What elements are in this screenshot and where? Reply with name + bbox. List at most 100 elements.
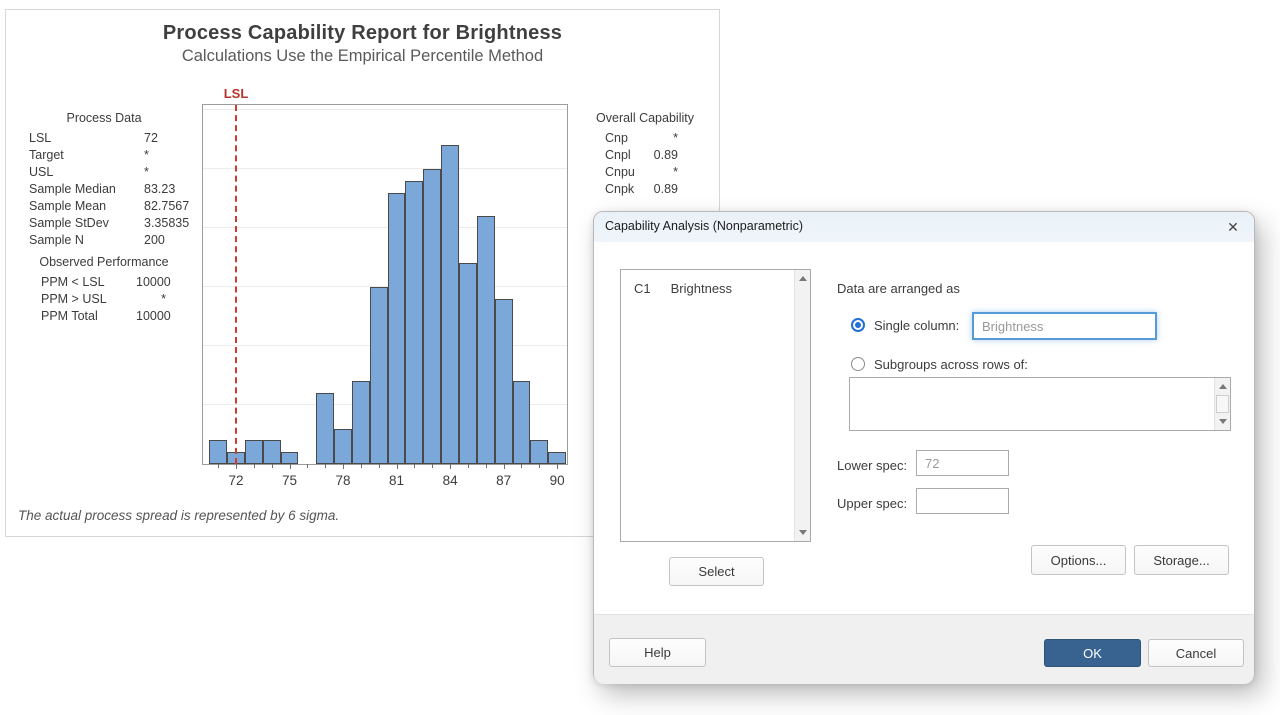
histogram-bar: [263, 440, 281, 464]
chart-footnote: The actual process spread is represented…: [18, 508, 339, 523]
subgroups-label[interactable]: Subgroups across rows of:: [874, 357, 1028, 372]
x-axis-label: 72: [228, 473, 243, 488]
column-id: C1: [634, 281, 651, 296]
select-button[interactable]: Select: [669, 557, 764, 586]
list-item[interactable]: C1 Brightness: [634, 281, 732, 296]
x-tick: [450, 464, 451, 469]
x-tick: [254, 464, 255, 468]
overall-capability-panel: Overall Capability Cnp*Cnpl0.89Cnpu*Cnpk…: [593, 110, 703, 198]
x-axis-label: 87: [496, 473, 511, 488]
upper-spec-input[interactable]: [916, 488, 1009, 514]
scroll-up-icon[interactable]: [1215, 378, 1231, 395]
x-tick: [361, 464, 362, 468]
histogram-bar: [513, 381, 531, 464]
histogram-bar: [370, 287, 388, 464]
x-tick: [397, 464, 398, 469]
x-axis-label: 84: [443, 473, 458, 488]
overall-capability-rows: Cnp*Cnpl0.89Cnpu*Cnpk0.89: [593, 130, 703, 198]
scroll-down-icon[interactable]: [795, 524, 811, 541]
lower-spec-label: Lower spec:: [837, 458, 907, 473]
histogram-bar: [423, 169, 441, 464]
x-tick: [521, 464, 522, 468]
subgroups-radio[interactable]: [851, 357, 865, 371]
column-name: Brightness: [671, 281, 732, 296]
x-tick: [325, 464, 326, 468]
process-data-rows: LSL72Target*USL*Sample Median83.23Sample…: [24, 130, 194, 249]
scroll-down-icon[interactable]: [1215, 413, 1231, 430]
single-column-radio[interactable]: [851, 318, 865, 332]
app-canvas: Process Capability Report for Brightness…: [0, 0, 1280, 715]
scrollbar-thumb[interactable]: [1216, 395, 1229, 413]
stat-row: Sample Median83.23: [29, 181, 194, 198]
x-tick: [307, 464, 308, 468]
observed-performance-rows: PPM < LSL10000PPM > USL*PPM Total10000: [24, 274, 194, 325]
x-tick: [290, 464, 291, 469]
histogram-bar: [405, 181, 423, 464]
x-tick: [468, 464, 469, 468]
column-listbox[interactable]: C1 Brightness: [620, 269, 811, 542]
subgroups-textarea[interactable]: [849, 377, 1231, 431]
stat-row: Cnpk0.89: [593, 181, 703, 198]
x-tick: [504, 464, 505, 469]
arranged-label: Data are arranged as: [837, 281, 960, 296]
dialog-title: Capability Analysis (Nonparametric): [605, 219, 803, 233]
help-button[interactable]: Help: [609, 638, 706, 667]
options-button[interactable]: Options...: [1031, 545, 1126, 575]
x-tick: [539, 464, 540, 468]
cancel-button[interactable]: Cancel: [1148, 639, 1244, 667]
observed-performance-panel: Observed Performance PPM < LSL10000PPM >…: [24, 254, 194, 325]
histogram-plot: 72757881848790LSL: [202, 104, 568, 465]
ok-button[interactable]: OK: [1044, 639, 1141, 667]
close-icon[interactable]: ✕: [1222, 217, 1244, 237]
x-axis-label: 78: [336, 473, 351, 488]
stat-row: Sample Mean82.7567: [29, 198, 194, 215]
stat-row: PPM > USL*: [24, 291, 194, 308]
histogram-bar: [281, 452, 299, 464]
gridline: [203, 227, 567, 228]
stat-row: Target*: [29, 147, 194, 164]
x-tick: [343, 464, 344, 469]
capability-analysis-dialog: Capability Analysis (Nonparametric) ✕ C1…: [593, 211, 1255, 683]
single-column-input[interactable]: [973, 313, 1156, 339]
stat-row: LSL72: [29, 130, 194, 147]
x-axis-label: 90: [550, 473, 565, 488]
storage-button[interactable]: Storage...: [1134, 545, 1229, 575]
x-tick: [379, 464, 380, 468]
lower-spec-input[interactable]: [916, 450, 1009, 476]
histogram-bar: [477, 216, 495, 464]
x-tick: [557, 464, 558, 469]
histogram-bar: [245, 440, 263, 464]
histogram-bar: [334, 429, 352, 464]
single-column-label[interactable]: Single column:: [874, 318, 959, 333]
stat-row: PPM Total10000: [24, 308, 194, 325]
stat-row: Sample StDev3.35835: [29, 215, 194, 232]
process-data-panel: Process Data LSL72Target*USL*Sample Medi…: [24, 110, 194, 249]
stat-row: PPM < LSL10000: [24, 274, 194, 291]
x-tick: [414, 464, 415, 468]
x-tick: [272, 464, 273, 468]
x-tick: [432, 464, 433, 468]
lsl-spec-line: [235, 105, 237, 464]
histogram-bar: [441, 145, 459, 464]
x-tick: [486, 464, 487, 468]
observed-performance-title: Observed Performance: [24, 254, 184, 271]
lsl-label: LSL: [224, 86, 249, 101]
histogram-bar: [459, 263, 477, 464]
textarea-scrollbar[interactable]: [1214, 378, 1230, 430]
process-data-title: Process Data: [24, 110, 184, 127]
gridline: [203, 168, 567, 169]
stat-row: Cnp*: [593, 130, 703, 147]
chart-title: Process Capability Report for Brightness: [6, 22, 719, 45]
histogram-bar: [530, 440, 548, 464]
overall-capability-title: Overall Capability: [593, 110, 697, 127]
listbox-scrollbar[interactable]: [794, 270, 810, 541]
x-axis-label: 75: [282, 473, 297, 488]
histogram-bar: [495, 299, 513, 464]
x-axis-label: 81: [389, 473, 404, 488]
dialog-titlebar[interactable]: Capability Analysis (Nonparametric) ✕: [594, 212, 1254, 242]
stat-row: Cnpu*: [593, 164, 703, 181]
histogram-bar: [388, 193, 406, 464]
histogram-bar: [352, 381, 370, 464]
histogram-bar: [209, 440, 227, 464]
scroll-up-icon[interactable]: [795, 270, 811, 287]
